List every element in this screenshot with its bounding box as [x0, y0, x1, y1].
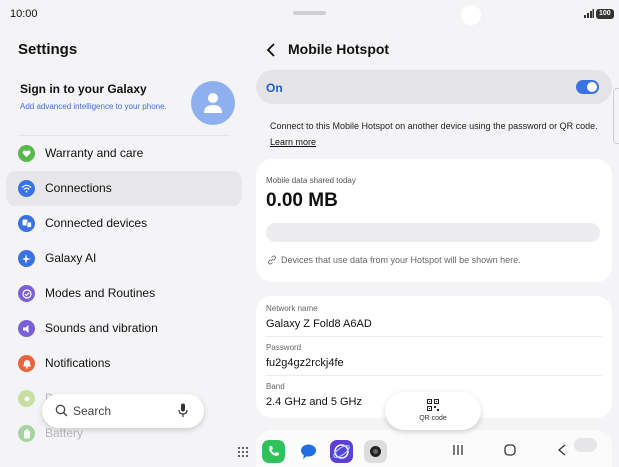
- menu-item-warranty[interactable]: Warranty and care: [6, 136, 242, 171]
- menu-label: Connected devices: [45, 216, 148, 230]
- qr-code-button[interactable]: QR code: [385, 392, 481, 430]
- check-circle-icon: [18, 285, 35, 302]
- menu-item-modes-routines[interactable]: Modes and Routines: [6, 276, 242, 311]
- drag-handle[interactable]: [293, 11, 326, 15]
- camera-app-icon[interactable]: [364, 440, 387, 463]
- sparkle-icon: [18, 250, 35, 267]
- back-icon[interactable]: [264, 41, 278, 59]
- hotspot-pane: Mobile Hotspot On Connect to this Mobile…: [248, 28, 619, 467]
- menu-label: Galaxy AI: [45, 251, 97, 265]
- data-value: 0.00 MB: [266, 190, 338, 211]
- avatar[interactable]: [191, 81, 235, 125]
- network-name-value[interactable]: Galaxy Z Fold8 A6AD: [266, 318, 372, 330]
- status-time: 10:00: [10, 8, 38, 20]
- menu-item-galaxy-ai[interactable]: Galaxy AI: [6, 241, 242, 276]
- password-label: Password: [266, 343, 302, 352]
- divider: [266, 375, 602, 376]
- sun-icon: [18, 390, 35, 407]
- apps-grid-icon[interactable]: [237, 446, 249, 458]
- taskbar: [0, 432, 619, 467]
- data-caption: Mobile data shared today: [266, 176, 356, 185]
- devices-icon: [18, 215, 35, 232]
- account-subtitle: Add advanced intelligence to your phone.: [20, 102, 167, 111]
- menu-label: Modes and Routines: [45, 286, 156, 300]
- menu-label: Warranty and care: [45, 146, 144, 160]
- internet-app-icon[interactable]: [330, 440, 353, 463]
- network-name-label: Network name: [266, 304, 318, 313]
- menu-label: Notifications: [45, 356, 111, 370]
- heart-shield-icon: [18, 145, 35, 162]
- person-icon: [204, 93, 222, 113]
- home-icon[interactable]: [504, 444, 516, 456]
- account-title: Sign in to your Galaxy: [20, 82, 147, 96]
- toggle-knob: [587, 82, 597, 92]
- band-value[interactable]: 2.4 GHz and 5 GHz: [266, 396, 362, 408]
- description-text: Connect to this Mobile Hotspot on anothe…: [270, 121, 598, 131]
- battery-indicator: 100: [596, 9, 614, 19]
- back-nav-icon[interactable]: [557, 444, 567, 456]
- phone-app-icon[interactable]: [262, 440, 285, 463]
- qr-code-icon: [427, 399, 439, 411]
- hotspot-toggle-row[interactable]: On: [256, 70, 612, 104]
- menu-label: Sounds and vibration: [45, 321, 158, 335]
- wifi-icon: [18, 180, 35, 197]
- password-value[interactable]: fu2g4gz2rckj4fe: [266, 357, 344, 369]
- edge-panel-handle[interactable]: [613, 88, 619, 144]
- search-label: Search: [73, 404, 112, 418]
- link-icon: [267, 255, 277, 265]
- qr-code-label: QR code: [419, 415, 447, 422]
- hotspot-toggle[interactable]: [576, 80, 599, 94]
- toggle-label: On: [266, 81, 283, 95]
- menu-item-connected-devices[interactable]: Connected devices: [6, 206, 242, 241]
- data-usage-card: Mobile data shared today 0.00 MB Devices…: [256, 159, 612, 282]
- band-label: Band: [266, 382, 285, 391]
- menu-item-connections[interactable]: Connections: [6, 171, 242, 206]
- bell-icon: [18, 355, 35, 372]
- hotspot-description: Connect to this Mobile Hotspot on anothe…: [270, 118, 600, 150]
- account-card[interactable]: Sign in to your Galaxy Add advanced inte…: [10, 75, 238, 135]
- page-title: Mobile Hotspot: [288, 41, 390, 57]
- data-note: Devices that use data from your Hotspot …: [281, 255, 521, 265]
- recents-icon[interactable]: [452, 444, 464, 456]
- search-icon: [55, 404, 68, 417]
- divider: [266, 336, 602, 337]
- mic-icon[interactable]: [178, 403, 188, 418]
- menu-label: Connections: [45, 181, 112, 195]
- learn-more-link[interactable]: Learn more: [270, 137, 316, 147]
- menu-item-notifications[interactable]: Notifications: [6, 346, 242, 381]
- search-button[interactable]: Search: [42, 394, 204, 428]
- settings-pane: Settings Sign in to your Galaxy Add adva…: [0, 28, 248, 467]
- status-bar: 10:00 100: [0, 0, 619, 28]
- camera-cutout: [461, 5, 481, 25]
- usage-bar: [266, 223, 600, 242]
- signal-icon: [584, 9, 594, 18]
- speaker-icon: [18, 320, 35, 337]
- menu-item-sounds[interactable]: Sounds and vibration: [6, 311, 242, 346]
- messages-app-icon[interactable]: [297, 440, 320, 463]
- settings-title: Settings: [18, 41, 78, 58]
